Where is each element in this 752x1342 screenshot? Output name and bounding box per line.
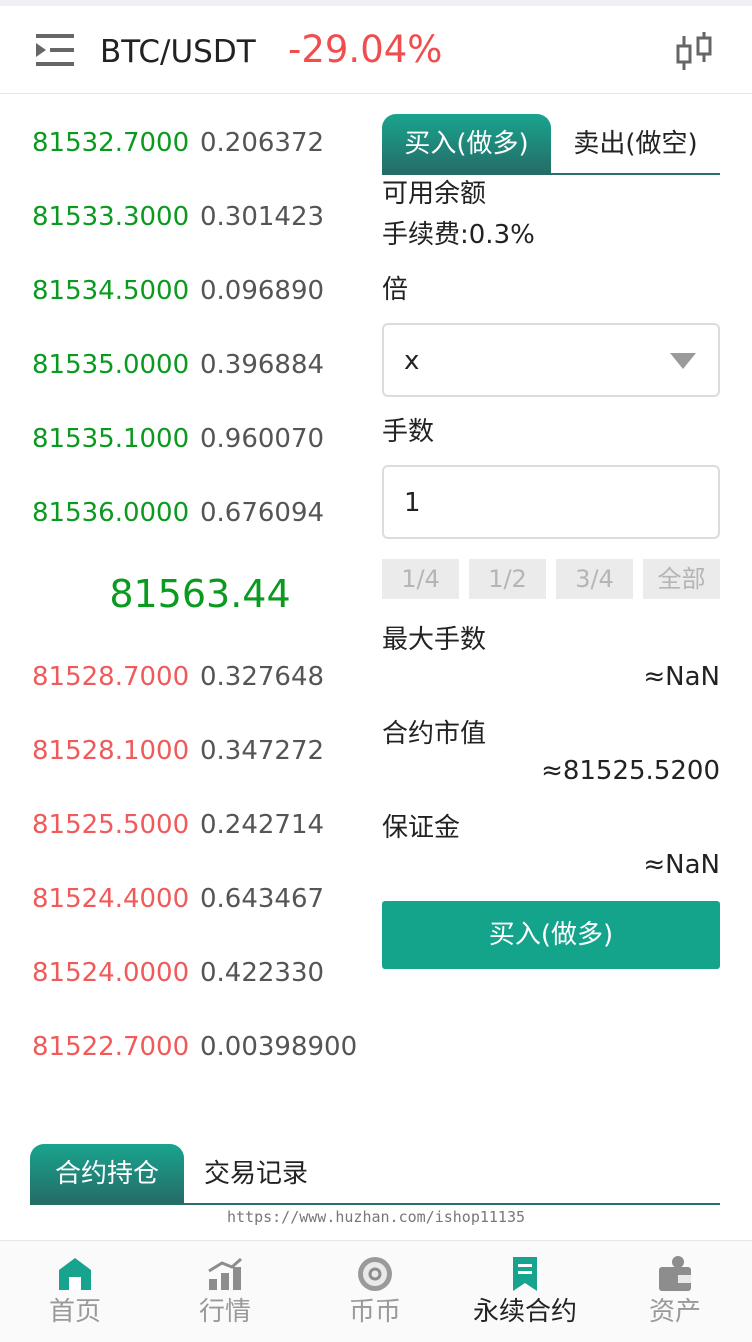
bid-row[interactable]: 81524.4000 0.643467 — [0, 884, 370, 958]
bid-row[interactable]: 81528.1000 0.347272 — [0, 736, 370, 810]
ask-quantity: 0.206372 — [200, 128, 325, 158]
tab-trade-records[interactable]: 交易记录 — [204, 1144, 308, 1204]
bid-price: 81528.1000 — [32, 736, 190, 766]
ask-row[interactable]: 81535.1000 0.960070 — [0, 424, 370, 498]
nav-label: 资产 — [648, 1297, 701, 1327]
price-change-percent: -29.04% — [288, 28, 443, 71]
nav-label: 首页 — [48, 1297, 101, 1327]
leverage-select[interactable]: x — [382, 323, 720, 397]
last-price: 81563.44 — [109, 572, 291, 616]
tab-buy-long[interactable]: 买入(做多) — [382, 114, 551, 175]
nav-label: 行情 — [198, 1297, 251, 1327]
buy-long-button[interactable]: 买入(做多) — [382, 901, 720, 969]
max-lots-label: 最大手数 — [382, 625, 487, 655]
home-icon — [59, 1258, 91, 1290]
ask-row[interactable]: 81535.0000 0.396884 — [0, 350, 370, 424]
nav-item-spot[interactable]: 币币 — [300, 1241, 450, 1342]
contract-value: ≈81525.5200 — [541, 756, 720, 786]
ask-price: 81536.0000 — [32, 498, 190, 528]
tab-positions[interactable]: 合约持仓 — [30, 1144, 184, 1204]
bid-price: 81522.7000 — [32, 1032, 190, 1062]
chevron-down-icon — [670, 353, 696, 369]
max-lots-value: ≈NaN — [643, 662, 720, 692]
margin-label: 保证金 — [382, 813, 461, 843]
nav-label: 币币 — [348, 1297, 401, 1327]
bid-quantity: 0.347272 — [200, 736, 325, 766]
candlestick-icon[interactable] — [674, 32, 716, 74]
nav-item-assets[interactable]: 资产 — [600, 1241, 750, 1342]
margin-value: ≈NaN — [643, 850, 720, 880]
bid-quantity: 0.00398900 — [200, 1032, 358, 1062]
lots-input[interactable]: 1 — [382, 465, 720, 539]
bottom-nav: 首页 行情 币币 永续合约 资产 — [0, 1240, 752, 1342]
fraction-all-button[interactable]: 全部 — [643, 559, 720, 599]
nav-item-home[interactable]: 首页 — [0, 1241, 150, 1342]
wallet-icon — [659, 1256, 691, 1291]
leverage-label: 倍 — [382, 275, 409, 305]
ask-price: 81535.1000 — [32, 424, 190, 454]
ask-row[interactable]: 81533.3000 0.301423 — [0, 202, 370, 276]
contract-value-label: 合约市值 — [382, 719, 487, 749]
nav-item-perpetual[interactable]: 永续合约 — [450, 1241, 600, 1342]
ask-row[interactable]: 81536.0000 0.676094 — [0, 498, 370, 572]
lots-label: 手数 — [382, 417, 435, 447]
nav-item-market[interactable]: 行情 — [150, 1241, 300, 1342]
ask-price: 81533.3000 — [32, 202, 190, 232]
contract-bookmark-icon — [513, 1257, 537, 1291]
bid-row[interactable]: 81525.5000 0.242714 — [0, 810, 370, 884]
trading-pair[interactable]: BTC/USDT — [100, 32, 256, 72]
bid-price: 81524.0000 — [32, 958, 190, 988]
fraction-buttons: 1/4 1/2 3/4 全部 — [382, 559, 720, 599]
bid-row[interactable]: 81528.7000 0.327648 — [0, 662, 370, 736]
bid-quantity: 0.422330 — [200, 958, 325, 988]
ask-row[interactable]: 81534.5000 0.096890 — [0, 276, 370, 350]
ask-quantity: 0.676094 — [200, 498, 325, 528]
bid-quantity: 0.242714 — [200, 810, 325, 840]
bid-quantity: 0.643467 — [200, 884, 325, 914]
fraction-three-quarter-button[interactable]: 3/4 — [556, 559, 633, 599]
ask-quantity: 0.960070 — [200, 424, 325, 454]
fraction-half-button[interactable]: 1/2 — [469, 559, 546, 599]
menu-icon[interactable] — [36, 32, 74, 68]
coin-icon — [358, 1257, 392, 1291]
bid-quantity: 0.327648 — [200, 662, 325, 692]
fee-label: 手续费:0.3% — [382, 220, 535, 250]
position-tabs: 合约持仓 交易记录 — [30, 1144, 720, 1205]
direction-tabs: 买入(做多) 卖出(做空) — [382, 114, 720, 175]
ask-price: 81535.0000 — [32, 350, 190, 380]
bid-price: 81525.5000 — [32, 810, 190, 840]
ask-quantity: 0.096890 — [200, 276, 325, 306]
ask-price: 81534.5000 — [32, 276, 190, 306]
ask-quantity: 0.396884 — [200, 350, 325, 380]
leverage-value: x — [404, 346, 420, 376]
ask-price: 81532.7000 — [32, 128, 190, 158]
ask-row[interactable]: 81532.7000 0.206372 — [0, 128, 370, 202]
bid-price: 81524.4000 — [32, 884, 190, 914]
lots-value: 1 — [404, 488, 421, 518]
ask-quantity: 0.301423 — [200, 202, 325, 232]
fraction-quarter-button[interactable]: 1/4 — [382, 559, 459, 599]
nav-label: 永续合约 — [472, 1297, 577, 1327]
tab-sell-short[interactable]: 卖出(做空) — [551, 114, 720, 175]
header: BTC/USDT -29.04% — [0, 6, 752, 94]
market-chart-icon — [208, 1257, 242, 1290]
bid-price: 81528.7000 — [32, 662, 190, 692]
bid-row[interactable]: 81522.7000 0.00398900 — [0, 1032, 370, 1106]
watermark: https://www.huzhan.com/ishop11135 — [226, 1208, 525, 1226]
bid-row[interactable]: 81524.0000 0.422330 — [0, 958, 370, 1032]
available-balance-label: 可用余额 — [382, 179, 487, 209]
